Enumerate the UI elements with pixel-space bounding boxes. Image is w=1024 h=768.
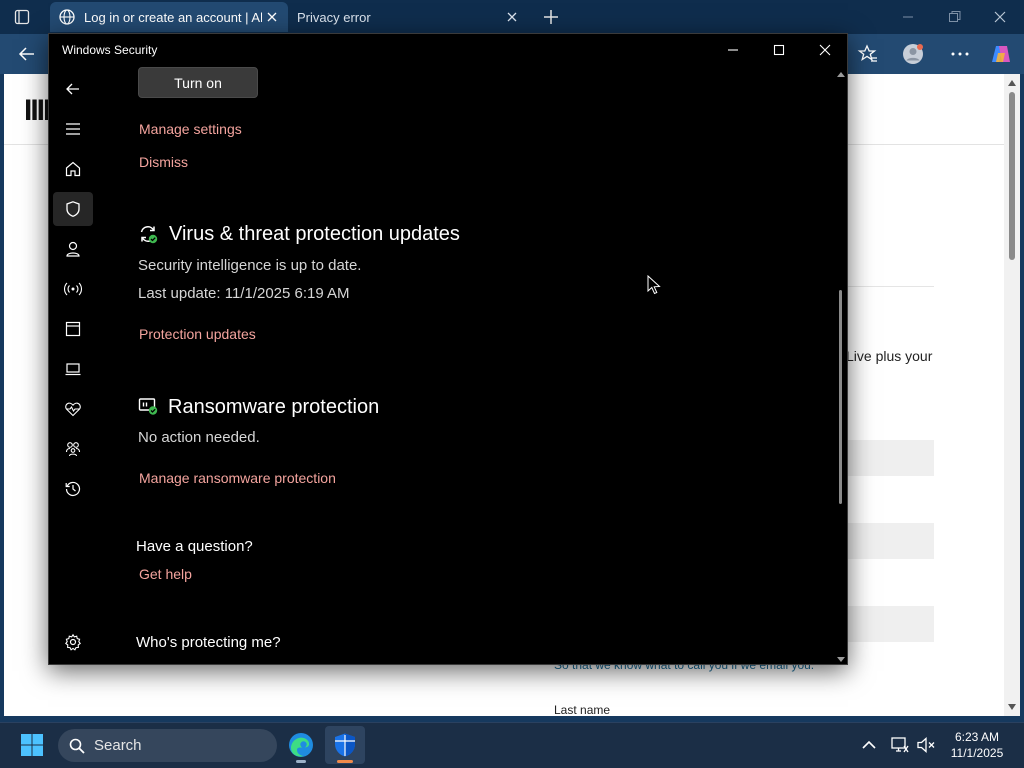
profile-avatar-icon[interactable] (902, 43, 924, 65)
new-tab-icon[interactable] (540, 6, 562, 28)
system-clock[interactable]: 6:23 AM 11/1/2025 (936, 729, 1018, 761)
favorites-icon[interactable] (857, 43, 879, 65)
active-indicator (337, 760, 353, 763)
minimize-icon[interactable] (898, 8, 918, 26)
edge-browser-icon (289, 733, 313, 757)
search-label: Search (94, 737, 142, 754)
scroll-down-icon[interactable] (1008, 704, 1016, 710)
manage-ransomware-link[interactable]: Manage ransomware protection (139, 470, 336, 486)
globe-icon (59, 9, 75, 25)
close-tab-icon[interactable] (502, 7, 522, 27)
question-heading: Have a question? (136, 538, 253, 555)
windows-start-icon[interactable] (20, 733, 44, 757)
page-scrollbar[interactable] (1004, 74, 1020, 716)
tab-privacy-error[interactable]: Privacy error (290, 2, 528, 32)
close-tab-icon[interactable] (262, 7, 282, 27)
taskbar-search[interactable]: Search (58, 729, 277, 762)
dismiss-link[interactable]: Dismiss (139, 154, 188, 170)
volume-muted-icon[interactable] (916, 735, 936, 755)
manage-settings-link[interactable]: Manage settings (139, 121, 242, 137)
tab-strip: Log in or create an account | Able Priva… (0, 0, 1024, 34)
ransomware-heading: Ransomware protection (168, 396, 380, 418)
tab-title: Log in or create an account | Able (84, 9, 262, 25)
ransomware-status: No action needed. (138, 429, 260, 446)
scrollbar-thumb[interactable] (1009, 92, 1015, 260)
last-name-label: Last name (554, 703, 611, 716)
form-field[interactable] (846, 440, 934, 476)
scroll-down-icon[interactable] (837, 657, 845, 662)
taskbar-edge[interactable] (281, 726, 321, 764)
protection-updates-link[interactable]: Protection updates (139, 326, 256, 342)
back-arrow-icon[interactable] (16, 43, 38, 65)
get-help-link[interactable]: Get help (139, 566, 192, 582)
protecting-heading: Who's protecting me? (136, 634, 281, 651)
security-scrollbar[interactable] (835, 68, 847, 664)
scroll-up-icon[interactable] (837, 72, 845, 77)
close-icon[interactable] (990, 8, 1010, 26)
mouse-cursor-icon (647, 275, 661, 295)
ransomware-icon (138, 398, 158, 415)
form-divider (846, 286, 934, 287)
site-logo: IIII (24, 94, 51, 127)
page-text: Live plus your (846, 348, 933, 364)
tab-actions-icon[interactable] (14, 9, 30, 25)
taskbar-windows-security[interactable] (325, 726, 365, 764)
clock-date: 11/1/2025 (950, 746, 1004, 760)
copilot-icon[interactable] (990, 43, 1012, 65)
more-options-icon[interactable] (949, 43, 971, 65)
windows-security-window: Windows Security Turn on Manage settings… (48, 33, 848, 665)
search-icon (69, 738, 85, 754)
scrollbar-thumb[interactable] (839, 290, 842, 504)
virus-updates-status: Security intelligence is up to date. (138, 257, 362, 274)
network-icon[interactable] (890, 735, 910, 755)
running-indicator (296, 760, 306, 763)
taskbar: Search 6:23 AM 11/1/2025 (0, 722, 1024, 768)
turn-on-button[interactable]: Turn on (138, 67, 258, 98)
form-field[interactable] (846, 523, 934, 559)
shield-icon (335, 733, 355, 757)
virus-updates-heading: Virus & threat protection updates (169, 223, 460, 245)
chevron-up-icon[interactable] (859, 735, 879, 755)
form-field[interactable] (846, 606, 934, 642)
security-content-pane: Turn on Manage settings Dismiss Virus & … (49, 34, 839, 664)
tab-title: Privacy error (297, 9, 371, 25)
tab-login[interactable]: Log in or create an account | Able (50, 2, 288, 32)
update-sync-icon (140, 226, 158, 244)
restore-icon[interactable] (944, 8, 964, 26)
clock-time: 6:23 AM (954, 730, 1000, 744)
scroll-up-icon[interactable] (1008, 80, 1016, 86)
last-update-text: Last update: 11/1/2025 6:19 AM (138, 285, 350, 302)
